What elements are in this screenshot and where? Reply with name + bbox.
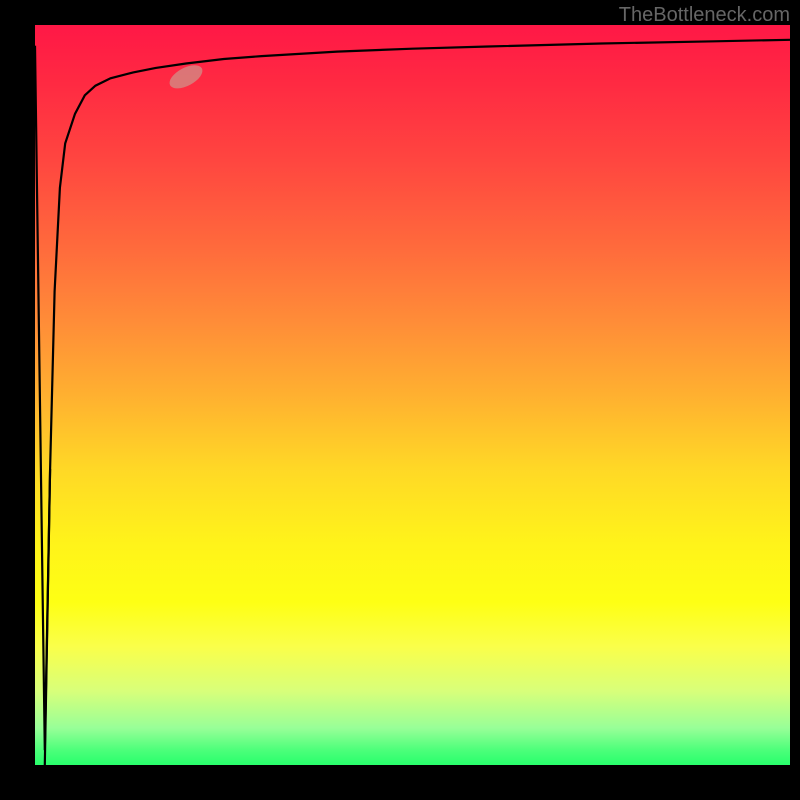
plot-area: [35, 25, 790, 765]
bottleneck-curve-line: [45, 40, 790, 765]
chart-svg: [35, 25, 790, 765]
watermark-text: TheBottleneck.com: [619, 4, 790, 27]
